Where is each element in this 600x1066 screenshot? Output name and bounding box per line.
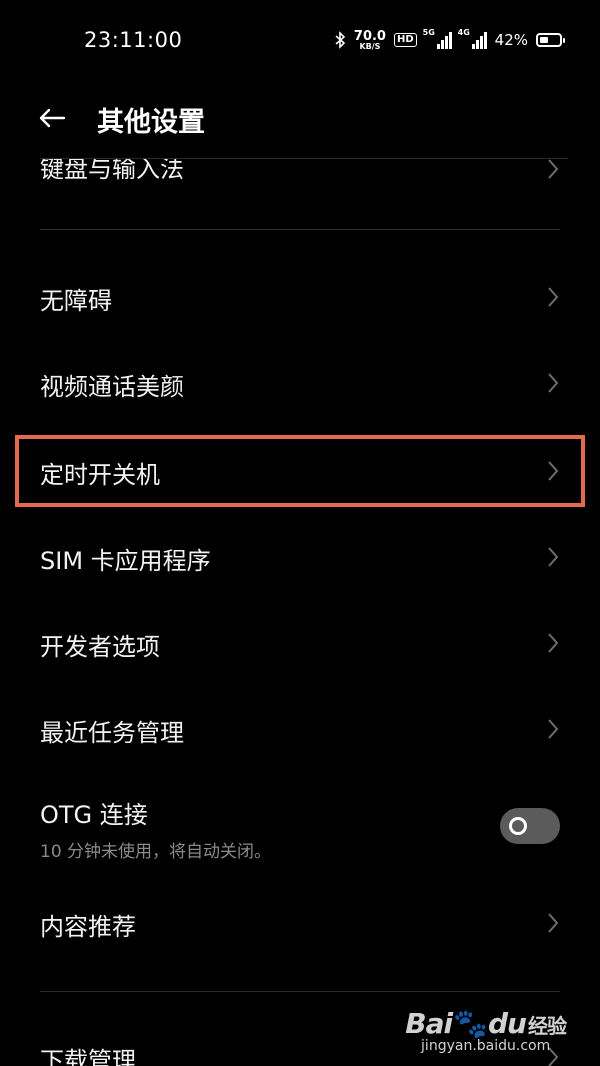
sim2-tag: 4G (457, 28, 470, 37)
chevron-right-icon (548, 719, 559, 739)
watermark-logo-cn: 经验 (528, 1014, 567, 1038)
net-speed-unit: KB/S (359, 41, 381, 51)
sim1-tag: 5G (422, 28, 435, 37)
list-item-keyboard[interactable]: 键盘与输入法 (0, 159, 600, 231)
list-item-scheduled-power[interactable]: 定时开关机 (0, 429, 600, 513)
list-item-accessibility[interactable]: 无障碍 (0, 255, 600, 339)
net-speed: 70.0 KB/S (354, 30, 386, 51)
watermark-url: jingyan.baidu.com (421, 1038, 551, 1054)
list-item-label: OTG 连接 (40, 801, 148, 829)
list-item-label: SIM 卡应用程序 (40, 547, 211, 575)
chevron-right-icon (548, 373, 559, 393)
list-item-label: 开发者选项 (40, 633, 160, 661)
otg-toggle-switch[interactable] (500, 808, 560, 844)
baidu-jingyan-watermark: Bai🐾du 经验 jingyan.baidu.com (405, 1007, 567, 1054)
list-item-label: 定时开关机 (40, 461, 160, 489)
status-time: 23:11:00 (84, 28, 183, 52)
paw-icon: 🐾 (453, 1007, 488, 1040)
bluetooth-icon (335, 31, 346, 49)
net-speed-value: 70.0 (353, 28, 386, 44)
status-bar: 23:11:00 70.0 KB/S HD 5G 4G 42% (0, 0, 600, 80)
settings-list[interactable]: 键盘与输入法 无障碍 视频通话美颜 定时开关机 SIM 卡应用程序 开发者选项 … (0, 159, 600, 1066)
watermark-logo-left: Bai (405, 1007, 453, 1040)
list-item-label: 视频通话美颜 (40, 373, 184, 401)
list-item-sim-apps[interactable]: SIM 卡应用程序 (0, 515, 600, 599)
page-title: 其他设置 (97, 107, 205, 138)
list-item-label: 下载管理 (40, 1047, 136, 1066)
battery-fill (540, 37, 548, 43)
list-item-content-recommend[interactable]: 内容推荐 (0, 881, 600, 965)
signal-5g-icon: 5G (422, 28, 452, 49)
list-item-recent-tasks[interactable]: 最近任务管理 (0, 687, 600, 771)
watermark-logo-right: du (488, 1007, 527, 1040)
list-item-label: 无障碍 (40, 287, 112, 315)
toggle-knob (509, 817, 527, 835)
watermark-logo: Bai🐾du 经验 (405, 1007, 567, 1040)
chevron-right-icon (548, 547, 559, 567)
section-divider (40, 991, 560, 992)
list-item-label: 最近任务管理 (40, 719, 184, 747)
list-item-otg[interactable]: OTG 连接 10 分钟未使用，将自动关闭。 (0, 779, 600, 875)
list-item-label: 内容推荐 (40, 913, 136, 941)
list-item-video-beauty[interactable]: 视频通话美颜 (0, 341, 600, 425)
hd-icon: HD (393, 33, 417, 47)
battery-percent: 42% (494, 31, 528, 49)
status-icons: 70.0 KB/S HD 5G 4G 42% (334, 28, 565, 52)
section-divider (40, 229, 560, 230)
chevron-right-icon (548, 633, 559, 653)
chevron-right-icon (548, 913, 559, 933)
signal-4g-icon: 4G (457, 28, 487, 49)
back-arrow-icon[interactable] (36, 102, 68, 134)
battery-icon (536, 33, 565, 47)
list-item-label: 键盘与输入法 (40, 159, 184, 183)
list-item-sublabel: 10 分钟未使用，将自动关闭。 (40, 842, 272, 862)
top-app-bar: 其他设置 (0, 80, 600, 158)
list-item-developer[interactable]: 开发者选项 (0, 601, 600, 685)
chevron-right-icon (548, 287, 559, 307)
chevron-right-icon (548, 461, 559, 481)
chevron-right-icon (548, 159, 559, 179)
